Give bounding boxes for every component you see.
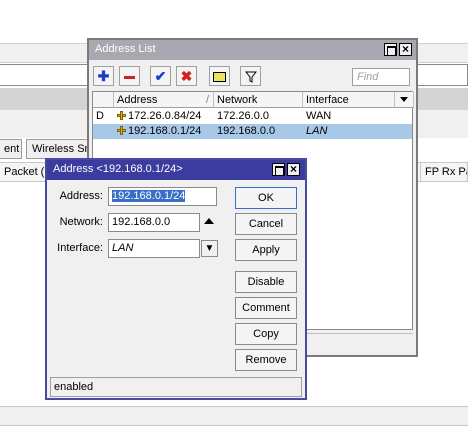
disable-entry-button[interactable]: Disable bbox=[235, 271, 297, 293]
close-icon: × bbox=[401, 42, 409, 56]
ok-button[interactable]: OK bbox=[235, 187, 297, 209]
row-address-value: 192.168.0.1/24 bbox=[128, 125, 202, 137]
row-address: 172.26.0.84/24 bbox=[114, 109, 214, 124]
address-pin-icon bbox=[117, 126, 126, 135]
row-address-value: 172.26.0.84/24 bbox=[128, 110, 202, 122]
address-list-close-button[interactable]: × bbox=[399, 42, 412, 56]
address-field[interactable]: 192.168.0.1/24 bbox=[108, 187, 217, 206]
address-dialog-restore-button[interactable] bbox=[272, 163, 285, 176]
background-tab-1[interactable]: ent bbox=[0, 139, 22, 159]
cancel-button[interactable]: Cancel bbox=[235, 213, 297, 235]
network-label: Network: bbox=[59, 216, 103, 228]
remove-entry-button[interactable]: Remove bbox=[235, 349, 297, 371]
find-input[interactable]: Find bbox=[352, 68, 410, 86]
address-dialog-titlebar[interactable]: Address <192.168.0.1/24> bbox=[47, 160, 305, 180]
sort-icon: / bbox=[205, 94, 209, 106]
enable-icon: ✔ bbox=[154, 68, 167, 84]
address-list-title: Address List bbox=[95, 43, 156, 55]
close-icon: × bbox=[289, 162, 297, 176]
comment-entry-button[interactable]: Comment bbox=[235, 297, 297, 319]
filter-icon bbox=[244, 71, 257, 84]
interface-label: Interface: bbox=[57, 242, 103, 254]
interface-field[interactable]: LAN bbox=[108, 239, 200, 258]
network-expand-button[interactable] bbox=[204, 218, 214, 224]
apply-button[interactable]: Apply bbox=[235, 239, 297, 261]
chevron-down-icon bbox=[400, 97, 408, 102]
interface-dropdown-button[interactable]: ▼ bbox=[201, 240, 218, 257]
disable-button[interactable]: ✖ bbox=[176, 66, 197, 86]
table-row[interactable]: D 172.26.0.84/24 172.26.0.0 WAN bbox=[93, 109, 412, 124]
enable-button[interactable]: ✔ bbox=[150, 66, 171, 86]
add-button[interactable]: ✚ bbox=[93, 66, 114, 86]
address-list-toolbar: ✚ ✔ ✖ Find bbox=[89, 61, 416, 91]
table-row[interactable]: 192.168.0.1/24 192.168.0.0 LAN bbox=[93, 124, 412, 139]
address-dialog-title: Address <192.168.0.1/24> bbox=[53, 163, 183, 175]
address-dialog-status: enabled bbox=[50, 377, 302, 397]
column-network[interactable]: Network bbox=[214, 92, 303, 108]
row-interface: WAN bbox=[306, 110, 332, 122]
row-flag bbox=[93, 124, 114, 139]
background-tab-wireless[interactable]: Wireless Sn bbox=[26, 139, 92, 159]
comment-icon bbox=[213, 72, 226, 83]
restore-icon bbox=[387, 46, 396, 56]
background-column-fp-rx[interactable]: FP Rx Pa bbox=[420, 163, 468, 181]
row-flag: D bbox=[96, 110, 104, 122]
address-dialog-close-button[interactable]: × bbox=[287, 162, 300, 176]
comment-button[interactable] bbox=[209, 66, 230, 86]
triangle-up-icon bbox=[204, 218, 214, 224]
restore-icon bbox=[275, 166, 284, 176]
background-status-bar bbox=[0, 406, 468, 426]
dropdown-icon: ▼ bbox=[204, 243, 215, 254]
filter-button[interactable] bbox=[240, 66, 261, 86]
column-address-label: Address bbox=[117, 94, 158, 106]
column-interface[interactable]: Interface bbox=[303, 92, 395, 108]
address-field-value: 192.168.0.1/24 bbox=[112, 190, 186, 202]
disable-icon: ✖ bbox=[180, 68, 193, 84]
remove-button[interactable] bbox=[119, 66, 140, 86]
address-list-titlebar[interactable]: Address List bbox=[89, 40, 416, 60]
remove-icon bbox=[124, 75, 135, 79]
column-flag[interactable] bbox=[93, 92, 114, 108]
network-field[interactable]: 192.168.0.0 bbox=[108, 213, 200, 232]
background-column-packet[interactable]: Packet (p bbox=[0, 163, 46, 181]
row-interface: LAN bbox=[306, 125, 328, 137]
address-label: Address: bbox=[59, 190, 103, 202]
address-list-restore-button[interactable] bbox=[384, 43, 397, 56]
address-pin-icon bbox=[117, 111, 126, 120]
column-address[interactable]: Address / bbox=[114, 92, 214, 108]
address-dialog: Address <192.168.0.1/24> × Address: 192.… bbox=[45, 158, 307, 400]
columns-menu-button[interactable] bbox=[395, 92, 414, 108]
row-address: 192.168.0.1/24 bbox=[114, 124, 214, 139]
row-network: 192.168.0.0 bbox=[217, 125, 276, 137]
copy-button[interactable]: Copy bbox=[235, 323, 297, 345]
add-icon: ✚ bbox=[97, 68, 110, 84]
row-network: 172.26.0.0 bbox=[217, 110, 269, 122]
